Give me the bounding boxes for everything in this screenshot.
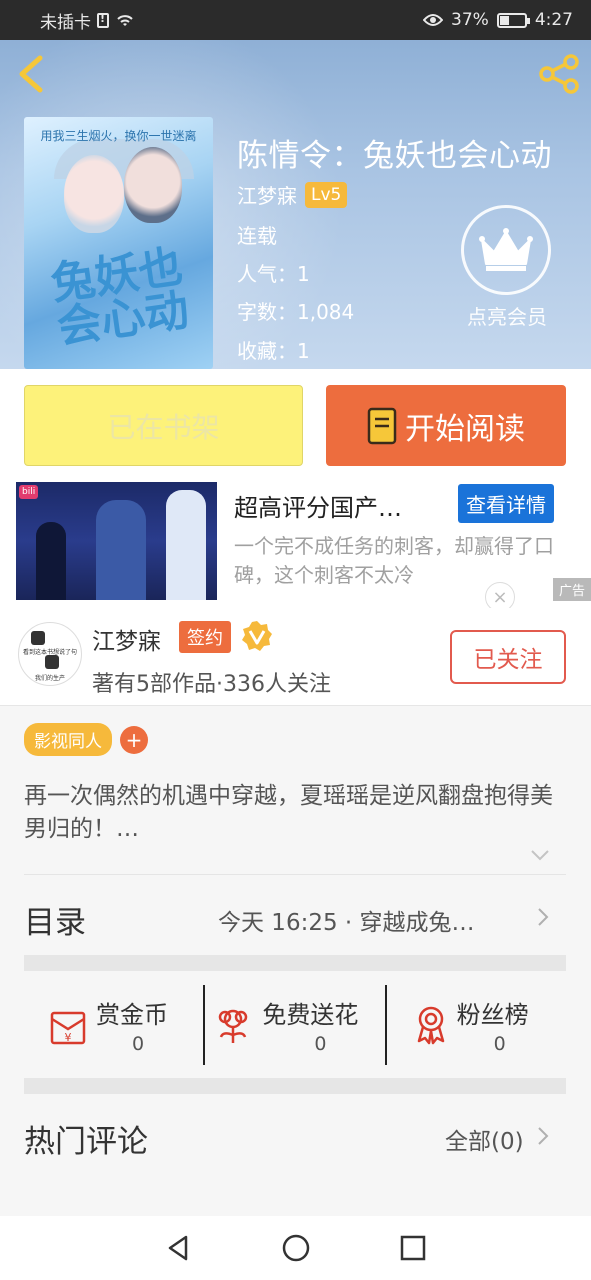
cover-title: 兔妖也会心动 <box>48 241 193 354</box>
action-bar: 已在书架 开始阅读 <box>0 369 591 482</box>
ad-image[interactable]: bili <box>16 482 217 600</box>
ad-label: 广告 <box>552 578 591 601</box>
section-band <box>24 1078 566 1094</box>
avatar-text-2: 我们的生产 <box>34 675 65 682</box>
system-nav-bar <box>0 1216 591 1280</box>
hot-comments-title: 热门评论 <box>24 1124 148 1160</box>
book-title: 陈情令：兔妖也会心动 <box>237 138 552 174</box>
battery-percent: 37% <box>451 10 489 30</box>
reward-label: 免费送花 <box>262 1001 359 1029</box>
status-bar: 未插卡 37% 4:27 <box>0 0 591 40</box>
book-popularity: 人气：1 <box>237 262 310 286</box>
book-favorites: 收藏：1 <box>237 339 310 363</box>
author-card: 看到这本书想说了句 我们的生产 江梦寐 签约 著有5部作品·336人关注 已关注 <box>0 608 591 706</box>
vip-label: 点亮会员 <box>467 305 547 329</box>
reward-label: 粉丝榜 <box>456 1001 529 1029</box>
vip-button[interactable]: 点亮会员 <box>461 205 553 330</box>
book-word-count: 字数：1,084 <box>237 300 355 324</box>
avatar[interactable]: 看到这本书想说了句 我们的生产 <box>18 622 82 686</box>
share-icon[interactable] <box>537 54 581 94</box>
nav-back-icon[interactable] <box>164 1233 194 1263</box>
bilibili-logo-icon: bili <box>19 485 39 499</box>
sim-alert-icon <box>97 12 109 28</box>
carrier-text: 未插卡 <box>40 12 91 33</box>
tag-chip[interactable]: 影视同人 <box>24 723 112 756</box>
ad-description: 一个完不成任务的刺客，却赢得了口碑，这个刺客不太冷 <box>234 534 554 587</box>
reward-count: 0 <box>314 1033 327 1055</box>
reward-label: 赏金币 <box>96 1001 168 1029</box>
red-envelope-icon: ¥ <box>50 1011 86 1045</box>
reward-count: 0 <box>493 1033 506 1055</box>
reward-count: 0 <box>132 1033 145 1055</box>
catalog-title: 目录 <box>24 905 86 941</box>
battery-icon <box>496 12 530 28</box>
chevron-left-icon[interactable] <box>14 54 48 94</box>
author-stats: 著有5部作品·336人关注 <box>92 672 331 697</box>
ad-banner: bili 超高评分国产… 查看详情 一个完不成任务的刺客，却赢得了口碑，这个刺客… <box>0 482 591 612</box>
medal-icon <box>417 1006 444 1045</box>
author-link[interactable]: 江梦寐 <box>237 180 297 209</box>
cover-tagline: 用我三生烟火，换你一世迷离 <box>40 129 197 143</box>
add-tag-button[interactable]: + <box>120 725 148 754</box>
signed-badge: 签约 <box>179 621 231 653</box>
catalog-row[interactable]: 目录 今天 16:25 · 穿越成兔… <box>0 877 591 957</box>
reward-flowers[interactable]: 免费送花 0 <box>203 985 384 1065</box>
author-name[interactable]: 江梦寐 <box>92 622 161 656</box>
start-reading-button[interactable]: 开始阅读 <box>326 385 566 466</box>
nav-recent-icon[interactable] <box>398 1233 428 1263</box>
latest-chapter: 今天 16:25 · 穿越成兔… <box>218 910 475 936</box>
hot-comments-header: 热门评论 全部(0) <box>0 1096 591 1176</box>
ad-title[interactable]: 超高评分国产… <box>234 488 444 523</box>
all-comments-link[interactable]: 全部(0) <box>445 1122 524 1156</box>
level-badge: Lv5 <box>305 181 348 208</box>
reward-fans[interactable]: 粉丝榜 0 <box>384 985 566 1065</box>
verified-icon <box>242 621 272 651</box>
rewards-row: ¥ 赏金币 0 免费送花 0 粉丝榜 0 <box>24 985 566 1065</box>
reward-coins[interactable]: ¥ 赏金币 0 <box>24 985 203 1065</box>
clock: 4:27 <box>534 10 573 30</box>
wifi-icon <box>117 15 133 26</box>
ad-detail-button[interactable]: 查看详情 <box>458 484 554 523</box>
flower-icon <box>219 1009 248 1043</box>
nav-home-icon[interactable] <box>281 1233 311 1263</box>
start-reading-label: 开始阅读 <box>405 411 525 447</box>
eye-icon <box>423 14 444 26</box>
book-icon <box>367 407 397 444</box>
following-button[interactable]: 已关注 <box>450 630 566 684</box>
svg-text:¥: ¥ <box>65 1031 72 1044</box>
book-header: 用我三生烟火，换你一世迷离 兔妖也会心动 陈情令：兔妖也会心动 江梦寐 Lv5 … <box>0 40 591 369</box>
divider <box>24 874 566 875</box>
section-band <box>24 955 566 971</box>
synopsis[interactable]: 再一次偶然的机遇中穿越，夏瑶瑶是逆风翻盘抱得美男归的！… <box>24 780 569 846</box>
crown-icon <box>479 228 533 271</box>
tag-list: 影视同人 + <box>24 723 148 756</box>
book-status: 连载 <box>237 224 277 248</box>
on-shelf-button[interactable]: 已在书架 <box>24 385 303 466</box>
chevron-right-icon[interactable] <box>537 1126 549 1146</box>
chevron-right-icon <box>538 908 549 926</box>
chevron-down-icon[interactable] <box>530 848 550 862</box>
book-cover[interactable]: 用我三生烟火，换你一世迷离 兔妖也会心动 <box>24 117 213 369</box>
